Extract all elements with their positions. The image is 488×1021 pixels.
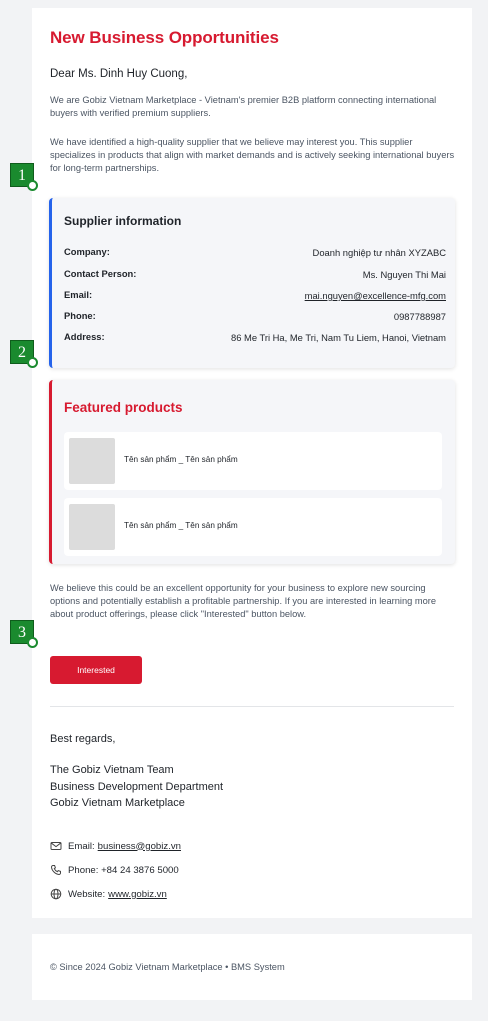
contact-phone: Phone: +84 24 3876 5000 bbox=[50, 864, 179, 876]
closing-paragraph: We believe this could be an excellent op… bbox=[50, 583, 437, 620]
email-card: New Business Opportunities Dear Ms. Dinh… bbox=[32, 8, 472, 918]
signature-block: The Gobiz Vietnam Team Business Developm… bbox=[50, 762, 223, 812]
supplier-info-box: Supplier information Company: Doanh nghi… bbox=[49, 198, 455, 368]
mail-icon bbox=[50, 840, 62, 852]
contact-phone-text: Phone: +84 24 3876 5000 bbox=[68, 864, 179, 876]
footer: © Since 2024 Gobiz Vietnam Marketplace •… bbox=[32, 934, 472, 1000]
signature-company: Gobiz Vietnam Marketplace bbox=[50, 797, 185, 809]
company-value: Doanh nghiệp tư nhân XYZABC bbox=[312, 247, 446, 258]
address-label: Address: bbox=[64, 331, 105, 342]
featured-heading: Featured products bbox=[64, 400, 183, 415]
phone-icon bbox=[50, 864, 62, 876]
email-page: New Business Opportunities Dear Ms. Dinh… bbox=[0, 0, 488, 1021]
product-card[interactable]: Tên sản phẩm _ Tên sản phẩm bbox=[64, 432, 442, 490]
contact-website-label: Website: bbox=[68, 888, 106, 900]
product-name: Tên sản phẩm _ Tên sản phẩm bbox=[124, 455, 238, 464]
supplier-email-link[interactable]: mai.nguyen@excellence-mfg.com bbox=[186, 289, 446, 302]
intro-paragraph: We are Gobiz Vietnam Marketplace - Vietn… bbox=[50, 95, 437, 119]
contact-website-link[interactable]: www.gobiz.vn bbox=[108, 889, 167, 900]
contact-email-link[interactable]: business@gobiz.vn bbox=[98, 841, 181, 852]
contact-email-label: Email: bbox=[68, 840, 95, 852]
identified-paragraph: We have identified a high-quality suppli… bbox=[50, 137, 455, 174]
featured-products-box: Featured products Tên sản phẩm _ Tên sản… bbox=[49, 380, 455, 564]
product-name: Tên sản phẩm _ Tên sản phẩm bbox=[124, 521, 238, 530]
annotation-marker-2: 2 bbox=[10, 340, 38, 368]
greeting: Dear Ms. Dinh Huy Cuong, bbox=[50, 68, 188, 80]
regards: Best regards, bbox=[50, 733, 116, 745]
company-label: Company: bbox=[64, 246, 110, 257]
product-thumbnail bbox=[69, 438, 115, 484]
contact-website: Website: www.gobiz.vn bbox=[50, 888, 167, 900]
signature-team: The Gobiz Vietnam Team bbox=[50, 764, 174, 776]
phone-label: Phone: bbox=[64, 310, 96, 321]
signature-department: Business Development Department bbox=[50, 780, 224, 793]
supplier-heading: Supplier information bbox=[64, 214, 182, 228]
annotation-marker-1: 1 bbox=[10, 163, 38, 191]
email-title: New Business Opportunities bbox=[50, 28, 279, 47]
footer-text: © Since 2024 Gobiz Vietnam Marketplace •… bbox=[50, 962, 285, 972]
product-thumbnail bbox=[69, 504, 115, 550]
annotation-marker-3: 3 bbox=[10, 620, 38, 648]
email-label: Email: bbox=[64, 289, 93, 300]
contact-person-label: Contact Person: bbox=[64, 268, 137, 279]
globe-icon bbox=[50, 888, 62, 900]
contact-person-value: Ms. Nguyen Thi Mai bbox=[362, 269, 446, 280]
interested-button[interactable]: Interested bbox=[50, 656, 142, 684]
divider bbox=[50, 706, 454, 707]
address-value: 86 Me Tri Ha, Me Tri, Nam Tu Liem, Hanoi… bbox=[230, 332, 446, 343]
product-card[interactable]: Tên sản phẩm _ Tên sản phẩm bbox=[64, 498, 442, 556]
phone-value: 0987788987 bbox=[393, 311, 446, 322]
contact-email: Email: business@gobiz.vn bbox=[50, 840, 181, 852]
